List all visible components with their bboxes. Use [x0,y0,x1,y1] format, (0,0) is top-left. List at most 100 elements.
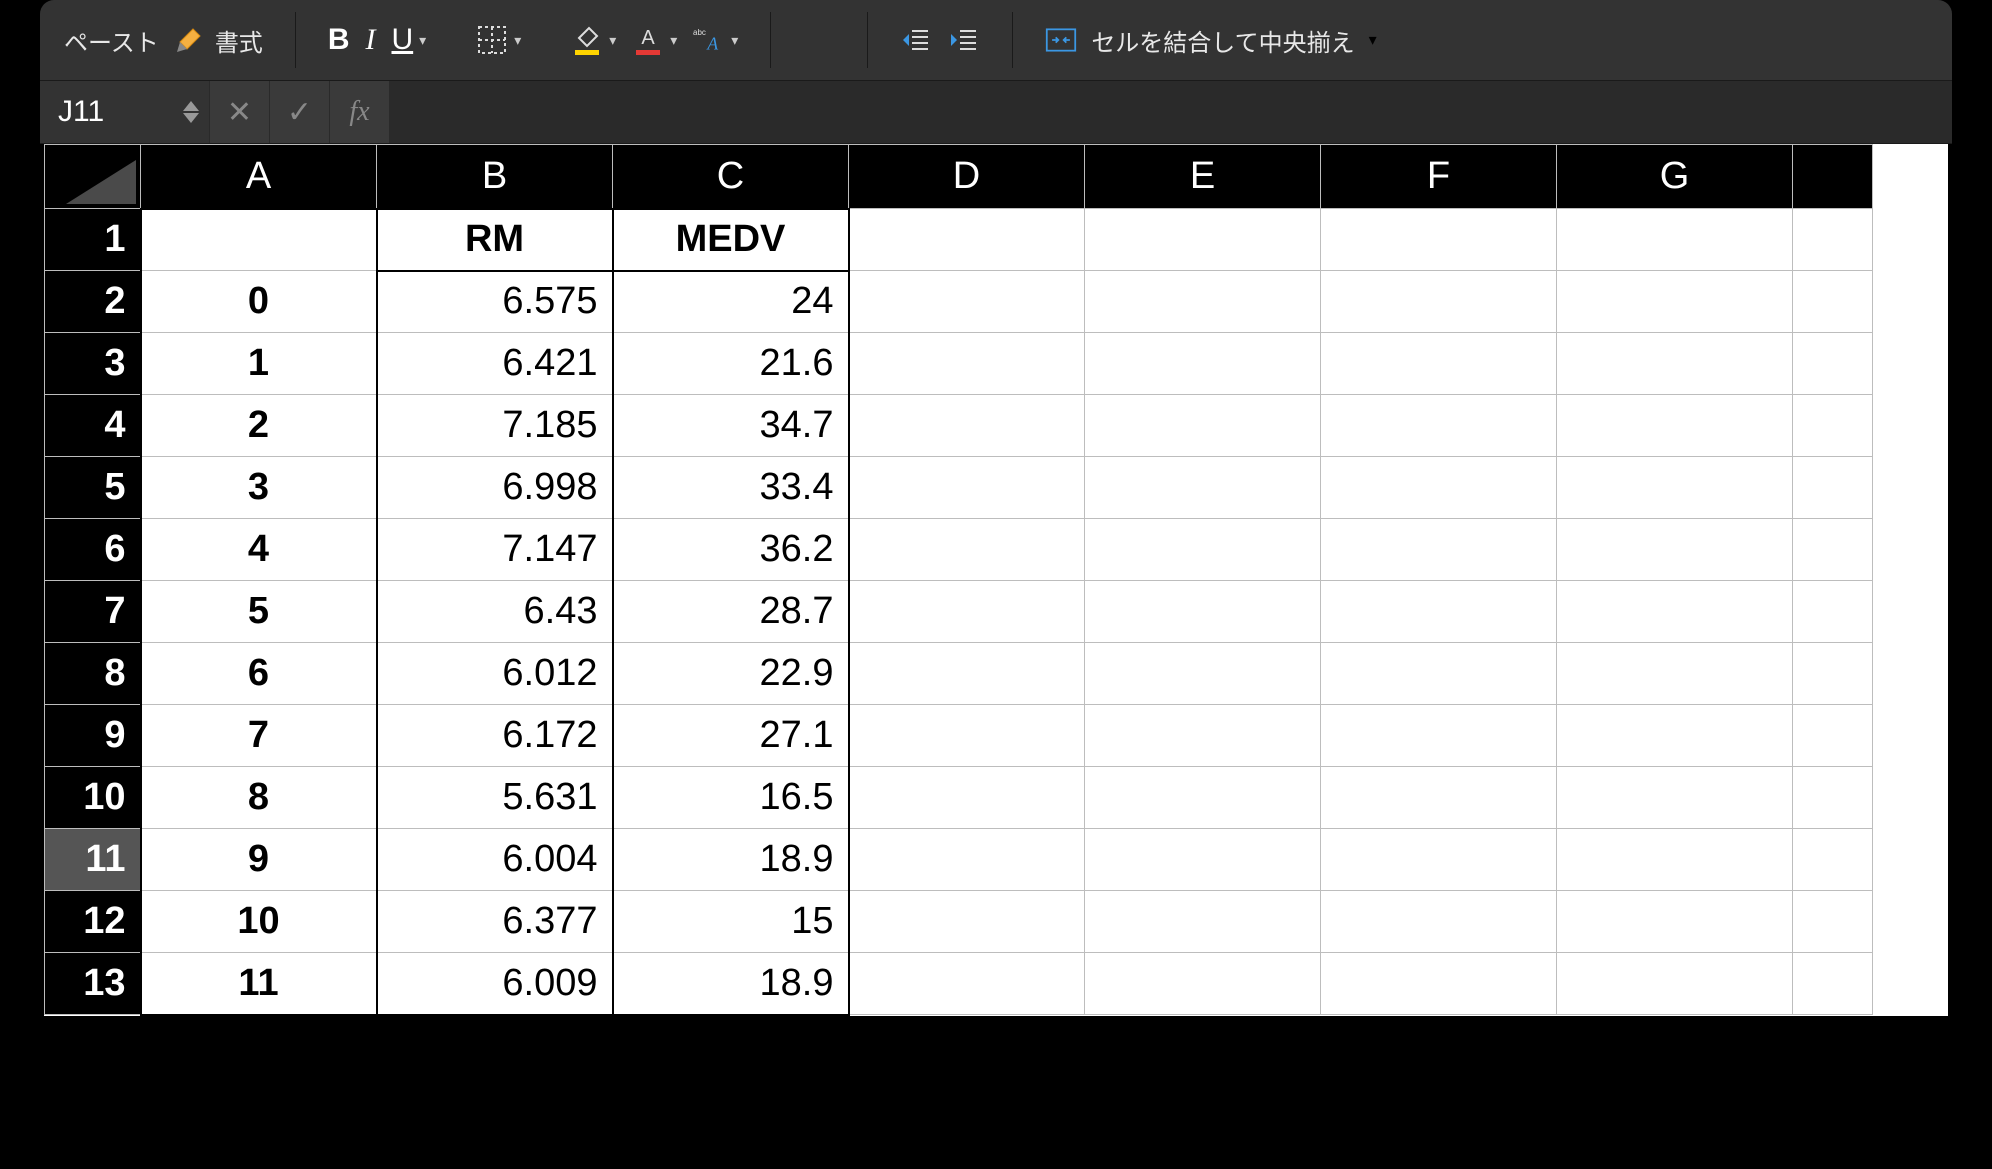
name-box[interactable]: J11 [40,81,210,143]
cell[interactable] [1085,581,1321,643]
column-header[interactable]: B [377,145,613,209]
cell[interactable]: 27.1 [613,705,849,767]
row-header[interactable]: 2 [45,271,141,333]
cell[interactable]: 7.185 [377,395,613,457]
column-header[interactable]: C [613,145,849,209]
row-header[interactable]: 13 [45,953,141,1015]
cell[interactable] [1557,953,1793,1015]
cell[interactable]: 6.004 [377,829,613,891]
cell[interactable]: 18.9 [613,829,849,891]
chevron-up-icon[interactable] [183,101,199,111]
cell[interactable] [1557,209,1793,271]
cell[interactable] [849,519,1085,581]
cell[interactable] [1085,891,1321,953]
cell[interactable]: MEDV [613,209,849,271]
cell[interactable] [1085,333,1321,395]
row-header[interactable]: 7 [45,581,141,643]
cell[interactable] [1557,767,1793,829]
select-all-corner[interactable] [45,145,141,209]
cell[interactable]: 2 [141,395,377,457]
cell[interactable] [1321,209,1557,271]
cell[interactable] [1557,333,1793,395]
cell[interactable] [849,333,1085,395]
cell[interactable] [1793,767,1873,829]
cell[interactable] [1085,953,1321,1015]
cell[interactable] [1085,767,1321,829]
cell[interactable]: 7 [141,705,377,767]
column-header[interactable]: A [141,145,377,209]
cell[interactable]: 3 [141,457,377,519]
cell[interactable] [1793,519,1873,581]
column-header[interactable]: E [1085,145,1321,209]
cell[interactable] [849,705,1085,767]
cell[interactable]: 34.7 [613,395,849,457]
cell[interactable]: 11 [141,953,377,1015]
borders-button[interactable]: ▾ [476,24,521,56]
merge-center-button[interactable]: セルを結合して中央揃え ▾ [1045,23,1376,58]
italic-button[interactable]: I [365,25,375,55]
cell[interactable]: 6.012 [377,643,613,705]
cell[interactable] [1321,953,1557,1015]
cell[interactable]: 21.6 [613,333,849,395]
cell[interactable] [1557,705,1793,767]
row-header[interactable]: 12 [45,891,141,953]
cell[interactable] [1557,271,1793,333]
cell[interactable]: 36.2 [613,519,849,581]
cell[interactable] [1793,581,1873,643]
cell[interactable] [849,643,1085,705]
cell[interactable] [1085,457,1321,519]
formula-input[interactable] [390,81,1952,143]
cell[interactable] [849,891,1085,953]
cell[interactable] [1557,581,1793,643]
cell[interactable] [1321,395,1557,457]
name-box-spinner[interactable] [183,101,199,123]
cell[interactable]: 6.377 [377,891,613,953]
cell[interactable] [1321,271,1557,333]
cell[interactable] [1321,705,1557,767]
cell[interactable] [1321,643,1557,705]
cell[interactable]: 15 [613,891,849,953]
cell[interactable] [1557,891,1793,953]
format-painter-button[interactable]: 書式 [175,22,263,59]
cell[interactable]: 0 [141,271,377,333]
row-header[interactable]: 8 [45,643,141,705]
cell[interactable] [1321,333,1557,395]
cell[interactable] [1557,457,1793,519]
paste-label[interactable]: ペースト [64,23,159,58]
cell[interactable] [1085,705,1321,767]
cell[interactable] [1793,643,1873,705]
cell[interactable]: 6.172 [377,705,613,767]
column-header[interactable]: G [1557,145,1793,209]
column-header[interactable]: D [849,145,1085,209]
cell[interactable] [1557,519,1793,581]
cell[interactable]: 24 [613,271,849,333]
cell[interactable] [849,395,1085,457]
cell[interactable] [1793,953,1873,1015]
cell[interactable]: 6.43 [377,581,613,643]
cell[interactable]: 7.147 [377,519,613,581]
cell[interactable]: 9 [141,829,377,891]
row-header[interactable]: 5 [45,457,141,519]
accept-formula-button[interactable]: ✓ [270,81,330,143]
cell[interactable] [1085,829,1321,891]
fx-button[interactable]: fx [330,81,390,143]
cell[interactable]: RM [377,209,613,271]
cell[interactable] [1793,333,1873,395]
column-header[interactable] [1793,145,1873,209]
cell[interactable] [849,581,1085,643]
cell[interactable]: 6.009 [377,953,613,1015]
cell[interactable] [849,767,1085,829]
cell[interactable]: 5.631 [377,767,613,829]
spreadsheet-grid[interactable]: A B C D E F G 1RMMEDV206.57524316.42121.… [40,144,1952,1020]
cell[interactable]: 18.9 [613,953,849,1015]
cell[interactable] [849,271,1085,333]
cell[interactable] [1793,395,1873,457]
cell[interactable] [1085,643,1321,705]
cell[interactable]: 33.4 [613,457,849,519]
cell[interactable] [1793,271,1873,333]
row-header[interactable]: 6 [45,519,141,581]
row-header[interactable]: 3 [45,333,141,395]
indent-increase-button[interactable] [948,24,980,56]
cell[interactable] [1085,395,1321,457]
cell[interactable]: 16.5 [613,767,849,829]
